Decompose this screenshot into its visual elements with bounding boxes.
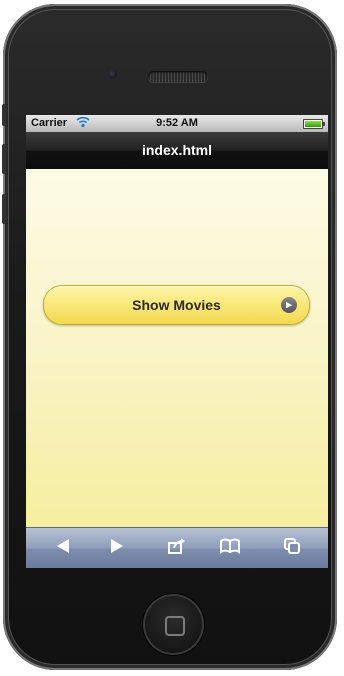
mute-switch (2, 104, 6, 126)
home-square-icon (165, 616, 185, 636)
back-arrow-icon[interactable] (51, 537, 75, 559)
page-content: Show Movies ▸ (26, 169, 328, 527)
chevron-right-icon: ▸ (281, 297, 297, 313)
screen: Carrier 9:52 AM index.html Show Movies ▸ (26, 115, 328, 568)
show-movies-button[interactable]: Show Movies ▸ (43, 285, 310, 325)
forward-arrow-icon[interactable] (105, 537, 129, 559)
volume-up-button (2, 144, 6, 174)
pages-icon[interactable] (280, 537, 304, 559)
browser-toolbar (26, 527, 328, 568)
battery-icon (303, 119, 325, 129)
earpiece-speaker (148, 71, 208, 82)
show-movies-label: Show Movies (132, 297, 221, 313)
status-bar: Carrier 9:52 AM (26, 115, 328, 132)
clock-time: 9:52 AM (156, 117, 198, 129)
volume-down-button (2, 194, 6, 224)
share-icon[interactable] (165, 537, 189, 559)
front-camera (108, 70, 117, 79)
bookmarks-icon[interactable] (218, 537, 242, 559)
home-button[interactable] (143, 594, 204, 655)
page-title: index.html (26, 132, 328, 169)
